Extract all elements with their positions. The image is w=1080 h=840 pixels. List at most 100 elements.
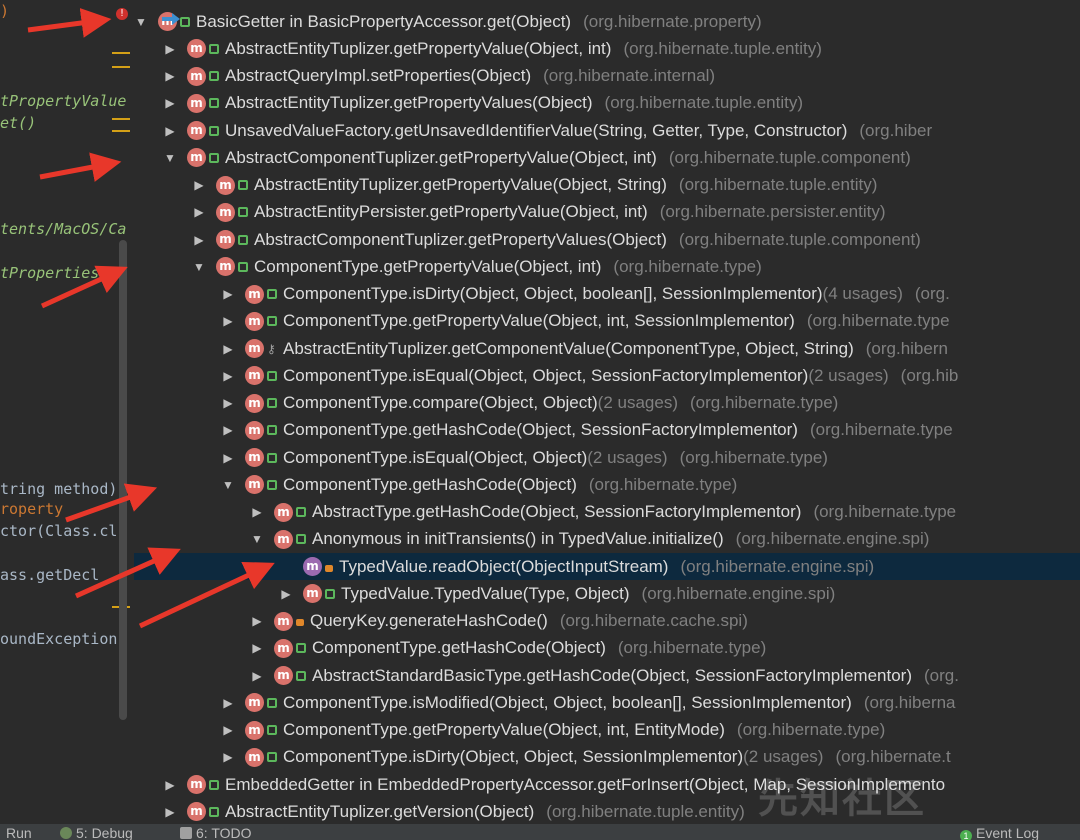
tree-row[interactable]: ▶ m ⚷ AbstractEntityTuplizer.getComponentVa… (134, 335, 1080, 362)
tree-row[interactable]: ▶ m ComponentType.compare(Object, Object)(… (134, 390, 1080, 417)
package-label: (org.hibernate.type) (736, 720, 886, 739)
public-visibility-icon (209, 152, 219, 163)
code-line: tPropertyValue (0, 92, 127, 110)
method-icon: m (187, 148, 206, 168)
method-icon: m (187, 39, 206, 59)
method-label: ComponentType.getHashCode(Object) (312, 638, 606, 658)
run-tool-button[interactable]: Run (6, 825, 32, 840)
watermark: 先知社区 (758, 776, 926, 822)
error-indicator-icon[interactable]: ! (116, 8, 128, 20)
collapsed-arrow-icon[interactable]: ▶ (192, 205, 206, 219)
collapsed-arrow-icon[interactable]: ▶ (163, 805, 177, 819)
editor-scrollbar[interactable] (119, 240, 127, 720)
collapsed-arrow-icon[interactable]: ▶ (163, 42, 177, 56)
tree-row[interactable]: ▶ m AbstractEntityTuplizer.getPropertyValu… (134, 35, 1080, 62)
run-label: Run (6, 825, 32, 840)
event-log-label: Event Log (976, 825, 1040, 840)
code-editor[interactable]: ! ) tPropertyValue et() tents/MacOS/Ca tProp… (0, 0, 134, 823)
collapsed-arrow-icon[interactable]: ▶ (250, 641, 264, 655)
method-label: AbstractType.getHashCode(Object, Session… (312, 502, 802, 521)
public-visibility-icon (267, 452, 277, 463)
public-visibility-icon (209, 98, 219, 109)
expanded-arrow-icon[interactable]: ▼ (163, 151, 177, 165)
public-visibility-icon (238, 207, 248, 218)
collapsed-arrow-icon[interactable]: ▶ (163, 124, 177, 138)
tree-row[interactable]: ▶ m AbstractEntityTuplizer.getVersion(Obje… (134, 798, 1080, 823)
event-log-button[interactable]: 1 Event Log (960, 825, 1039, 840)
tree-row[interactable]: ▶ m ComponentType.getPropertyValue(Object,… (134, 717, 1080, 744)
tree-row[interactable]: ▶ m UnsavedValueFactory.getUnsavedIdentifi… (134, 117, 1080, 144)
collapsed-arrow-icon[interactable]: ▶ (221, 696, 235, 710)
package-label: (org.hibernate.property) (583, 11, 762, 31)
expanded-arrow-icon[interactable]: ▼ (250, 532, 264, 546)
tree-row[interactable]: ▶ m QueryKey.generateHashCode() (org.hibern… (134, 608, 1080, 635)
collapsed-arrow-icon[interactable]: ▶ (221, 750, 235, 764)
tree-row[interactable]: ▶ m EmbeddedGetter in EmbeddedPropertyAcce… (134, 771, 1080, 798)
package-label: (org. (924, 665, 959, 685)
collapsed-arrow-icon[interactable]: ▶ (163, 96, 177, 110)
private-lock-icon (325, 564, 333, 572)
call-hierarchy-tree[interactable]: ▼ m BasicGetter in BasicPropertyAccessor.g… (134, 0, 1080, 823)
usage-count: (2 usages) (743, 747, 824, 767)
tree-row[interactable]: ▶ m ComponentType.isDirty(Object, Object, … (134, 281, 1080, 308)
package-label: (org.hibernate.tuple.entity) (623, 38, 822, 58)
collapsed-arrow-icon[interactable]: ▶ (221, 396, 235, 410)
tree-row[interactable]: ▼ m ComponentType.getPropertyValue(Object,… (134, 253, 1080, 280)
public-visibility-icon (180, 16, 190, 27)
collapsed-arrow-icon[interactable]: ▶ (163, 69, 177, 83)
collapsed-arrow-icon[interactable]: ▶ (221, 451, 235, 465)
collapsed-arrow-icon[interactable]: ▶ (221, 723, 235, 737)
tree-row[interactable]: ▼ m ComponentType.getHashCode(Object) (org.… (134, 471, 1080, 498)
expanded-arrow-icon[interactable]: ▼ (221, 478, 235, 492)
change-marker (112, 118, 130, 120)
collapsed-arrow-icon[interactable]: ▶ (163, 778, 177, 792)
public-visibility-icon (209, 71, 219, 81)
collapsed-arrow-icon[interactable]: ▶ (192, 178, 206, 192)
todo-tool-button[interactable]: 6: TODO (180, 825, 252, 840)
tree-row[interactable]: ▶ m AbstractEntityTuplizer.getPropertyValu… (134, 172, 1080, 199)
tree-row[interactable]: ▼ m BasicGetter in BasicPropertyAccessor.g… (134, 8, 1080, 35)
tree-row[interactable]: ▶ m AbstractEntityTuplizer.getPropertyValu… (134, 90, 1080, 117)
tree-row[interactable]: ▶ m TypedValue.TypedValue(Type, Object) (or… (134, 580, 1080, 607)
method-label: ComponentType.compare(Object, Object) (283, 393, 598, 412)
method-icon: m (187, 66, 206, 86)
tree-row[interactable]: m TypedValue.readObject(ObjectInputStream… (134, 553, 1080, 580)
tree-row[interactable]: ▼ m AbstractComponentTuplizer.getPropertyV… (134, 144, 1080, 171)
tree-row[interactable]: ▶ m AbstractType.getHashCode(Object, Sessi… (134, 499, 1080, 526)
package-label: (org.hibernate.tuple.entity) (546, 801, 745, 821)
collapsed-arrow-icon[interactable]: ▶ (250, 614, 264, 628)
tree-row[interactable]: ▶ m ComponentType.isModified(Object, Objec… (134, 689, 1080, 716)
method-icon: m (274, 529, 293, 549)
tree-row[interactable]: ▶ m AbstractStandardBasicType.getHashCode(… (134, 662, 1080, 689)
collapsed-arrow-icon[interactable]: ▶ (250, 505, 264, 519)
expanded-arrow-icon[interactable]: ▼ (192, 260, 206, 274)
collapsed-arrow-icon[interactable]: ▶ (279, 587, 293, 601)
tree-row[interactable]: ▶ m ComponentType.isDirty(Object, Object, … (134, 744, 1080, 771)
collapsed-arrow-icon[interactable]: ▶ (250, 669, 264, 683)
change-marker (112, 130, 130, 132)
tree-row[interactable]: ▶ m ComponentType.getPropertyValue(Object,… (134, 308, 1080, 335)
public-visibility-icon (267, 752, 277, 763)
method-label: ComponentType.getPropertyValue(Object, i… (254, 256, 602, 276)
tree-row[interactable]: ▶ m AbstractEntityPersister.getPropertyVal… (134, 199, 1080, 226)
tree-row[interactable]: ▶ m ComponentType.isEqual(Object, Object)(… (134, 444, 1080, 471)
tree-row[interactable]: ▼ m Anonymous in initTransients() in Typed… (134, 526, 1080, 553)
public-visibility-icon (296, 643, 306, 654)
collapsed-arrow-icon[interactable]: ▶ (221, 314, 235, 328)
collapsed-arrow-icon[interactable]: ▶ (221, 369, 235, 383)
collapsed-arrow-icon[interactable]: ▶ (221, 287, 235, 301)
collapsed-arrow-icon[interactable]: ▶ (221, 423, 235, 437)
tree-row[interactable]: ▶ m AbstractComponentTuplizer.getPropertyV… (134, 226, 1080, 253)
collapsed-arrow-icon[interactable]: ▶ (221, 342, 235, 356)
tree-row[interactable]: ▶ m ComponentType.getHashCode(Object, Sess… (134, 417, 1080, 444)
tree-row[interactable]: ▶ m AbstractQueryImpl.setProperties(Object… (134, 63, 1080, 90)
tree-row[interactable]: ▶ m ComponentType.isEqual(Object, Object, … (134, 362, 1080, 389)
todo-icon (180, 827, 192, 839)
method-icon: m (187, 93, 206, 113)
tree-row[interactable]: ▶ m ComponentType.getHashCode(Object) (org.… (134, 635, 1080, 662)
method-label: ComponentType.getPropertyValue(Object, i… (283, 311, 795, 331)
public-visibility-icon (209, 806, 219, 817)
expanded-arrow-icon[interactable]: ▼ (134, 15, 148, 29)
debug-tool-button[interactable]: 5: Debug (60, 825, 133, 840)
collapsed-arrow-icon[interactable]: ▶ (192, 233, 206, 247)
